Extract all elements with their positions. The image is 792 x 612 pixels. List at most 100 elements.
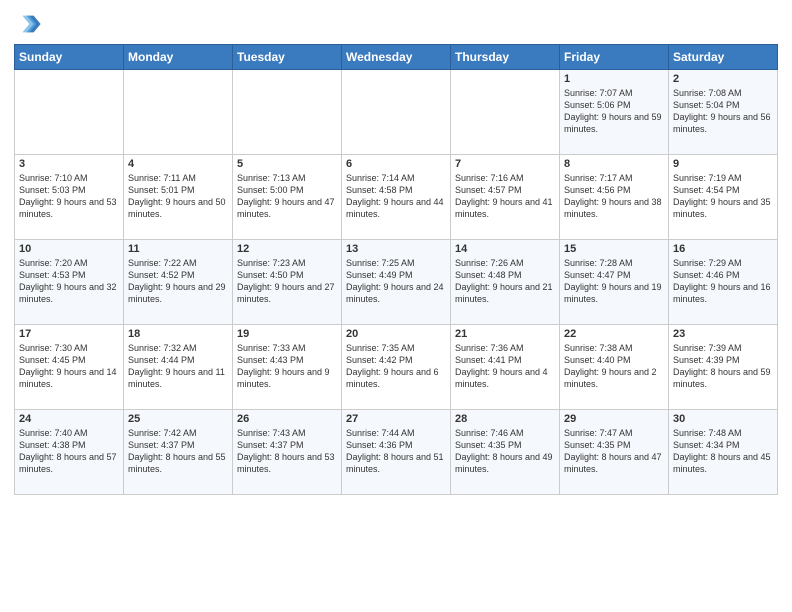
calendar-cell: 17 Sunrise: 7:30 AM Sunset: 4:45 PM Dayli…	[15, 325, 124, 410]
calendar-cell: 18 Sunrise: 7:32 AM Sunset: 4:44 PM Dayli…	[124, 325, 233, 410]
calendar-cell: 9 Sunrise: 7:19 AM Sunset: 4:54 PM Daylig…	[669, 155, 778, 240]
calendar-cell: 20 Sunrise: 7:35 AM Sunset: 4:42 PM Dayli…	[342, 325, 451, 410]
day-info: Sunrise: 7:39 AM Sunset: 4:39 PM Dayligh…	[673, 342, 773, 391]
day-number: 8	[564, 158, 664, 170]
day-number: 14	[455, 243, 555, 255]
day-number: 23	[673, 328, 773, 340]
calendar-cell: 12Sunrise: 7:23 AM Sunset: 4:50 PM Dayli…	[233, 240, 342, 325]
day-number: 25	[128, 413, 228, 425]
day-number: 2	[673, 73, 773, 85]
day-info: Sunrise: 7:38 AM Sunset: 4:40 PM Dayligh…	[564, 342, 664, 391]
logo	[14, 10, 46, 38]
day-info: Sunrise: 7:43 AM Sunset: 4:37 PM Dayligh…	[237, 427, 337, 476]
day-number: 12	[237, 243, 337, 255]
calendar-cell: 10 Sunrise: 7:20 AM Sunset: 4:53 PM Dayli…	[15, 240, 124, 325]
weekday-header: Wednesday	[342, 45, 451, 70]
day-info: Sunrise: 7:30 AM Sunset: 4:45 PM Dayligh…	[19, 342, 119, 391]
day-number: 13	[346, 243, 446, 255]
calendar-cell	[451, 70, 560, 155]
weekday-header: Tuesday	[233, 45, 342, 70]
calendar-body: 1 Sunrise: 7:07 AM Sunset: 5:06 PM Daylig…	[15, 70, 778, 495]
day-info: Sunrise: 7:16 AM Sunset: 4:57 PM Dayligh…	[455, 172, 555, 221]
calendar-cell: 15 Sunrise: 7:28 AM Sunset: 4:47 PM Dayli…	[560, 240, 669, 325]
calendar-cell	[342, 70, 451, 155]
day-number: 3	[19, 158, 119, 170]
day-info: Sunrise: 7:17 AM Sunset: 4:56 PM Dayligh…	[564, 172, 664, 221]
calendar-cell: 2 Sunrise: 7:08 AM Sunset: 5:04 PM Daylig…	[669, 70, 778, 155]
calendar-cell: 29Sunrise: 7:47 AM Sunset: 4:35 PM Dayli…	[560, 410, 669, 495]
day-number: 1	[564, 73, 664, 85]
day-number: 26	[237, 413, 337, 425]
day-info: Sunrise: 7:10 AM Sunset: 5:03 PM Dayligh…	[19, 172, 119, 221]
weekday-header: Saturday	[669, 45, 778, 70]
day-number: 15	[564, 243, 664, 255]
calendar-cell: 5 Sunrise: 7:13 AM Sunset: 5:00 PM Daylig…	[233, 155, 342, 240]
calendar-cell: 23 Sunrise: 7:39 AM Sunset: 4:39 PM Dayli…	[669, 325, 778, 410]
day-info: Sunrise: 7:08 AM Sunset: 5:04 PM Dayligh…	[673, 87, 773, 136]
calendar-cell: 13 Sunrise: 7:25 AM Sunset: 4:49 PM Dayli…	[342, 240, 451, 325]
day-number: 16	[673, 243, 773, 255]
day-info: Sunrise: 7:07 AM Sunset: 5:06 PM Dayligh…	[564, 87, 664, 136]
page: SundayMondayTuesdayWednesdayThursdayFrid…	[0, 0, 792, 505]
weekday-header: Sunday	[15, 45, 124, 70]
day-info: Sunrise: 7:44 AM Sunset: 4:36 PM Dayligh…	[346, 427, 446, 476]
day-number: 5	[237, 158, 337, 170]
day-info: Sunrise: 7:46 AM Sunset: 4:35 PM Dayligh…	[455, 427, 555, 476]
day-info: Sunrise: 7:48 AM Sunset: 4:34 PM Dayligh…	[673, 427, 773, 476]
day-info: Sunrise: 7:36 AM Sunset: 4:41 PM Dayligh…	[455, 342, 555, 391]
day-info: Sunrise: 7:33 AM Sunset: 4:43 PM Dayligh…	[237, 342, 337, 391]
calendar-cell	[15, 70, 124, 155]
day-number: 18	[128, 328, 228, 340]
day-info: Sunrise: 7:35 AM Sunset: 4:42 PM Dayligh…	[346, 342, 446, 391]
calendar-cell: 8 Sunrise: 7:17 AM Sunset: 4:56 PM Daylig…	[560, 155, 669, 240]
calendar-cell: 26 Sunrise: 7:43 AM Sunset: 4:37 PM Dayli…	[233, 410, 342, 495]
calendar-cell: 30 Sunrise: 7:48 AM Sunset: 4:34 PM Dayli…	[669, 410, 778, 495]
day-number: 10	[19, 243, 119, 255]
day-number: 22	[564, 328, 664, 340]
day-number: 7	[455, 158, 555, 170]
day-info: Sunrise: 7:22 AM Sunset: 4:52 PM Dayligh…	[128, 257, 228, 306]
day-number: 17	[19, 328, 119, 340]
calendar-cell: 16 Sunrise: 7:29 AM Sunset: 4:46 PM Dayli…	[669, 240, 778, 325]
day-number: 4	[128, 158, 228, 170]
calendar-cell: 25 Sunrise: 7:42 AM Sunset: 4:37 PM Dayli…	[124, 410, 233, 495]
day-number: 27	[346, 413, 446, 425]
day-number: 6	[346, 158, 446, 170]
calendar-cell: 28 Sunrise: 7:46 AM Sunset: 4:35 PM Dayli…	[451, 410, 560, 495]
calendar-cell: 21 Sunrise: 7:36 AM Sunset: 4:41 PM Dayli…	[451, 325, 560, 410]
day-info: Sunrise: 7:13 AM Sunset: 5:00 PM Dayligh…	[237, 172, 337, 221]
calendar-cell	[124, 70, 233, 155]
weekday-header: Thursday	[451, 45, 560, 70]
day-number: 21	[455, 328, 555, 340]
calendar-cell: 14Sunrise: 7:26 AM Sunset: 4:48 PM Dayli…	[451, 240, 560, 325]
calendar-cell: 22 Sunrise: 7:38 AM Sunset: 4:40 PM Dayli…	[560, 325, 669, 410]
day-info: Sunrise: 7:32 AM Sunset: 4:44 PM Dayligh…	[128, 342, 228, 391]
day-info: Sunrise: 7:11 AM Sunset: 5:01 PM Dayligh…	[128, 172, 228, 221]
day-info: Sunrise: 7:28 AM Sunset: 4:47 PM Dayligh…	[564, 257, 664, 306]
day-info: Sunrise: 7:25 AM Sunset: 4:49 PM Dayligh…	[346, 257, 446, 306]
calendar-cell: 1 Sunrise: 7:07 AM Sunset: 5:06 PM Daylig…	[560, 70, 669, 155]
day-number: 24	[19, 413, 119, 425]
day-number: 30	[673, 413, 773, 425]
day-number: 28	[455, 413, 555, 425]
calendar-header-row: SundayMondayTuesdayWednesdayThursdayFrid…	[15, 45, 778, 70]
calendar-cell: 27 Sunrise: 7:44 AM Sunset: 4:36 PM Dayli…	[342, 410, 451, 495]
day-info: Sunrise: 7:29 AM Sunset: 4:46 PM Dayligh…	[673, 257, 773, 306]
weekday-header: Friday	[560, 45, 669, 70]
calendar-cell: 3 Sunrise: 7:10 AM Sunset: 5:03 PM Daylig…	[15, 155, 124, 240]
weekday-header: Monday	[124, 45, 233, 70]
header	[14, 10, 778, 38]
calendar-cell: 19 Sunrise: 7:33 AM Sunset: 4:43 PM Dayli…	[233, 325, 342, 410]
day-info: Sunrise: 7:14 AM Sunset: 4:58 PM Dayligh…	[346, 172, 446, 221]
calendar-cell: 7 Sunrise: 7:16 AM Sunset: 4:57 PM Daylig…	[451, 155, 560, 240]
day-info: Sunrise: 7:19 AM Sunset: 4:54 PM Dayligh…	[673, 172, 773, 221]
day-number: 20	[346, 328, 446, 340]
day-info: Sunrise: 7:20 AM Sunset: 4:53 PM Dayligh…	[19, 257, 119, 306]
day-info: Sunrise: 7:42 AM Sunset: 4:37 PM Dayligh…	[128, 427, 228, 476]
day-number: 19	[237, 328, 337, 340]
calendar-cell: 11Sunrise: 7:22 AM Sunset: 4:52 PM Dayli…	[124, 240, 233, 325]
calendar-week-row: 1 Sunrise: 7:07 AM Sunset: 5:06 PM Daylig…	[15, 70, 778, 155]
day-info: Sunrise: 7:40 AM Sunset: 4:38 PM Dayligh…	[19, 427, 119, 476]
day-number: 9	[673, 158, 773, 170]
calendar-week-row: 10 Sunrise: 7:20 AM Sunset: 4:53 PM Dayli…	[15, 240, 778, 325]
